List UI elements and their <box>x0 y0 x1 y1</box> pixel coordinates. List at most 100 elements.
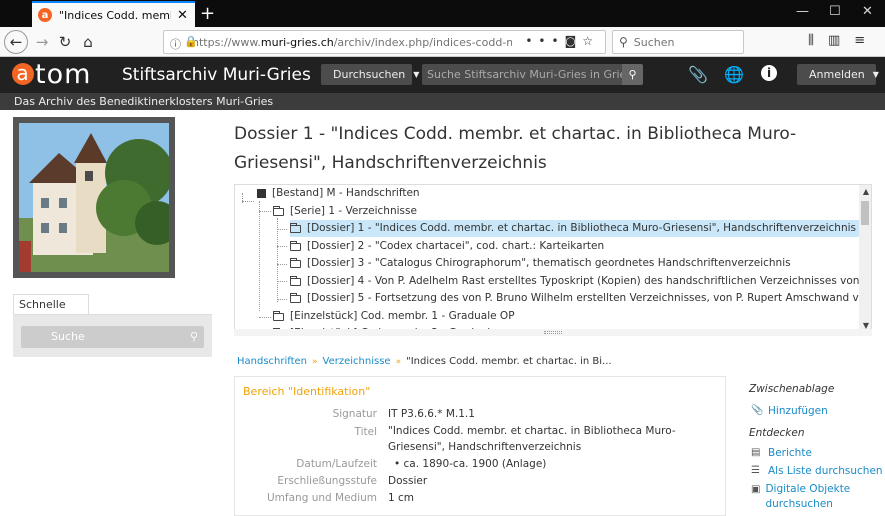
scrollbar-thumb[interactable] <box>861 201 869 225</box>
forward-arrow-icon[interactable]: → <box>30 30 54 54</box>
browser-tab-bar: a "Indices Codd. membr. et chartac. ✕ + … <box>0 0 885 27</box>
tree-line <box>259 317 271 318</box>
site-search-input[interactable]: Suche Stiftsarchiv Muri-Gries in Gries <box>422 64 622 85</box>
quick-search-tab[interactable]: Schnelle Suche <box>13 294 89 330</box>
tree-node-label: [Dossier] 4 - Von P. Adelhelm Rast erste… <box>307 275 871 287</box>
quick-search-input[interactable]: Suche ⚲ <box>21 326 204 348</box>
tree-resize-handle[interactable] <box>234 329 872 336</box>
breadcrumb-current: "Indices Codd. membr. et chartac. in Bi.… <box>406 356 612 367</box>
folder-icon <box>290 257 301 268</box>
tree-line <box>277 246 287 247</box>
atom-logo[interactable]: a tom <box>12 59 91 90</box>
field-label-erschliessungsstufe: Erschließungsstufe <box>277 475 377 487</box>
tree-scrollbar[interactable]: ▲ ▼ <box>859 185 871 335</box>
language-globe-icon[interactable]: 🌐 <box>724 65 744 84</box>
clipboard-title: Zwischenablage <box>749 383 835 395</box>
section-heading[interactable]: Bereich "Identifikation" <box>243 385 370 398</box>
field-value-datum: • ca. 1890-ca. 1900 (Anlage) <box>388 456 708 472</box>
scroll-up-icon[interactable]: ▲ <box>863 187 869 196</box>
menu-icon[interactable]: ≡ <box>854 33 879 48</box>
tree-node-einzelstueck-1[interactable]: [Einzelstück] Cod. membr. 1 - Graduale O… <box>273 308 515 325</box>
tree-node-dossier-3[interactable]: [Dossier] 3 - "Catalogus Chirographorum"… <box>290 255 791 272</box>
treeview[interactable]: [Bestand] M - Handschriften [Serie] 1 - … <box>234 184 872 336</box>
tree-node-dossier-5[interactable]: [Dossier] 5 - Fortsetzung des von P. Bru… <box>290 290 871 307</box>
tree-node-label: [Bestand] M - Handschriften <box>272 187 420 199</box>
close-tab-icon[interactable]: ✕ <box>177 8 188 23</box>
tree-line <box>259 201 260 311</box>
tree-line <box>259 211 271 212</box>
folder-icon <box>273 205 284 216</box>
breadcrumb-separator: » <box>312 357 318 367</box>
add-label: Hinzufügen <box>768 405 828 417</box>
login-button[interactable]: Anmelden ▼ <box>797 64 879 85</box>
repository-logo-image[interactable] <box>13 117 175 278</box>
print-icon: ▤ <box>751 447 761 458</box>
date-value: ca. 1890-ca. 1900 (Anlage) <box>403 458 547 470</box>
browse-menu-button[interactable]: Durchsuchen ▼ <box>321 64 419 85</box>
window-close-icon[interactable]: ✕ <box>862 4 873 19</box>
site-search-button[interactable]: ⚲ <box>622 64 643 85</box>
list-label: Als Liste durchsuchen <box>768 465 883 477</box>
bullet-icon: • <box>394 458 404 470</box>
monastery-photo <box>19 123 169 272</box>
bookmark-star-icon[interactable]: ☆ <box>582 34 599 48</box>
image-icon: ▣ <box>751 484 761 495</box>
breadcrumb-link-verzeichnisse[interactable]: Verzeichnisse <box>323 356 391 367</box>
tree-node-serie[interactable]: [Serie] 1 - Verzeichnisse <box>273 203 417 220</box>
folder-icon <box>290 292 301 303</box>
back-arrow-icon[interactable]: ← <box>4 30 28 54</box>
library-icon[interactable]: ⫼▥≡ <box>808 33 879 48</box>
info-icon[interactable]: ⓘ <box>170 36 181 52</box>
field-value-titel: "Indices Codd. membr. et chartac. in Bib… <box>388 425 676 453</box>
browser-nav-bar: ← → ↻ ⌂ ⓘ 🔒 https://www.muri-gries.ch/ar… <box>0 27 885 57</box>
new-tab-icon[interactable]: + <box>200 3 215 24</box>
tree-line <box>277 281 287 282</box>
grip-icon <box>544 331 562 334</box>
breadcrumb: Handschriften » Verzeichnisse » "Indices Cod… <box>237 356 612 367</box>
tree-node-label: [Dossier] 1 - "Indices Codd. membr. et c… <box>307 222 856 234</box>
atom-favicon-icon: a <box>38 8 52 22</box>
reports-link[interactable]: ▤ Berichte <box>751 447 812 459</box>
tree-node-label: [Dossier] 5 - Fortsetzung des von P. Bru… <box>307 292 871 304</box>
breadcrumb-link-handschriften[interactable]: Handschriften <box>237 356 307 367</box>
search-icon: ⚲ <box>619 35 628 49</box>
home-icon[interactable]: ⌂ <box>76 30 100 54</box>
field-value-umfang: 1 cm <box>388 492 415 504</box>
fonds-icon <box>257 189 266 198</box>
pocket-icon[interactable]: ◙ <box>565 34 583 48</box>
browser-search-bar[interactable]: ⚲ Suchen <box>612 30 744 54</box>
tree-line <box>277 299 287 300</box>
tree-node-label: [Einzelstück] Cod. membr. 1 - Graduale O… <box>290 310 515 322</box>
tree-node-dossier-2[interactable]: [Dossier] 2 - "Codex chartacei", cod. ch… <box>290 238 604 255</box>
page-actions-icon[interactable]: •••◙☆ <box>525 34 599 48</box>
quick-links-info-icon[interactable]: i <box>761 65 777 81</box>
tree-node-dossier-1-selected[interactable]: [Dossier] 1 - "Indices Codd. membr. et c… <box>290 220 860 237</box>
tree-node-dossier-4[interactable]: [Dossier] 4 - Von P. Adelhelm Rast erste… <box>290 273 871 290</box>
field-label-titel: Titel <box>354 426 377 438</box>
lock-icon: 🔒 <box>184 35 198 48</box>
maximize-icon[interactable]: ☐ <box>829 4 841 19</box>
site-header: a tom Stiftsarchiv Muri-Gries Durchsuchen… <box>0 57 885 93</box>
tree-line <box>277 229 287 230</box>
browser-tab[interactable]: a "Indices Codd. membr. et chartac. ✕ <box>32 1 195 27</box>
tree-node-label: [Serie] 1 - Verzeichnisse <box>290 205 417 217</box>
reload-icon[interactable]: ↻ <box>53 30 77 54</box>
quick-search-panel: Suche ⚲ <box>13 314 212 357</box>
browse-as-list-link[interactable]: ☰ Als Liste durchsuchen <box>751 465 883 477</box>
field-value-signatur: IT P3.6.6.* M.1.1 <box>388 408 475 420</box>
add-to-clipboard-link[interactable]: 📎 Hinzufügen <box>751 405 828 417</box>
folder-icon <box>290 240 301 251</box>
paperclip-icon: 📎 <box>751 405 764 416</box>
tree-line <box>277 264 287 265</box>
sidebar-toggle-icon[interactable]: ▥ <box>828 33 854 48</box>
tree-line <box>242 201 254 202</box>
url-bar[interactable]: ⓘ 🔒 https://www.muri-gries.ch/archiv/ind… <box>163 30 606 54</box>
minimize-icon[interactable]: — <box>796 4 809 19</box>
tree-node-bestand[interactable]: [Bestand] M - Handschriften <box>257 185 420 202</box>
search-icon: ⚲ <box>628 68 637 81</box>
search-icon[interactable]: ⚲ <box>190 330 198 344</box>
browse-digital-objects-link[interactable]: ▣ Digitale Objekte durchsuchen <box>751 482 851 512</box>
clipboard-paperclip-icon[interactable]: 📎 <box>688 65 708 84</box>
field-label-signatur: Signatur <box>332 408 377 420</box>
site-title[interactable]: Stiftsarchiv Muri-Gries <box>122 65 311 85</box>
